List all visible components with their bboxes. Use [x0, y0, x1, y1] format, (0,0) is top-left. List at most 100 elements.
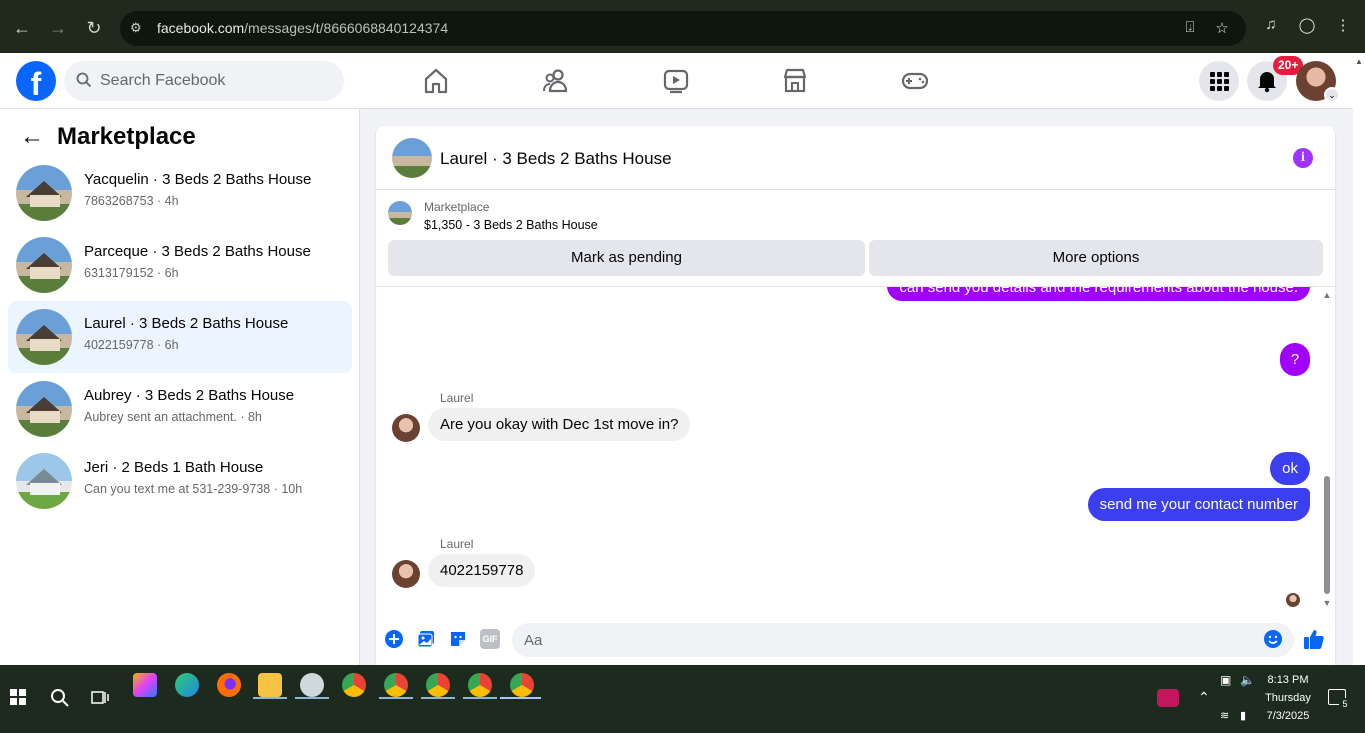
emoji-icon[interactable]: [1263, 629, 1283, 649]
gif-icon[interactable]: GIF: [480, 629, 500, 649]
thumbs-up-icon[interactable]: [1302, 627, 1326, 651]
clock-time[interactable]: 8:13 PM: [1262, 674, 1314, 686]
listing-info[interactable]: Marketplace $1,350 - 3 Beds 2 Baths Hous…: [376, 190, 1335, 240]
firefox-icon[interactable]: [217, 673, 241, 697]
active-app-indicator: [463, 697, 497, 699]
conversation-name: Parceque · 3 Beds 2 Baths House: [84, 243, 311, 260]
facebook-logo[interactable]: f: [16, 61, 56, 101]
friends-icon[interactable]: [540, 65, 572, 97]
outgoing-message: ?: [1280, 343, 1310, 376]
listing-thumbnail: [16, 237, 72, 293]
chrome-profile-icon[interactable]: [510, 673, 534, 697]
install-app-icon[interactable]: ⍗: [1180, 19, 1200, 39]
back-arrow-icon[interactable]: ←: [20, 125, 44, 149]
paint-icon[interactable]: [300, 673, 324, 697]
marketplace-label: Marketplace: [424, 200, 490, 214]
listing-thumbnail: [16, 381, 72, 437]
listing-thumbnail: [16, 309, 72, 365]
sticker-icon[interactable]: [448, 629, 468, 649]
page-scrollbar[interactable]: ▲: [1353, 53, 1365, 665]
task-view-icon[interactable]: [91, 689, 109, 707]
search-input[interactable]: [100, 61, 330, 101]
home-icon[interactable]: [420, 65, 452, 97]
chat-panel: Laurel · 3 Beds 2 Baths House i Marketpl…: [376, 126, 1335, 665]
chrome-profile-icon[interactable]: [468, 673, 492, 697]
chat-thumbnail[interactable]: [392, 138, 432, 178]
scroll-up-icon[interactable]: ▲: [1322, 290, 1332, 300]
conversation-item[interactable]: Jeri · 2 Beds 1 Bath House Can you text …: [8, 445, 352, 517]
outgoing-message: send me your contact number: [1087, 488, 1310, 521]
chrome-profile-icon[interactable]: [384, 673, 408, 697]
notification-count: 5: [1339, 698, 1351, 710]
more-options-button[interactable]: More options: [869, 240, 1323, 276]
chat-header: Laurel · 3 Beds 2 Baths House i: [376, 126, 1335, 190]
search-icon[interactable]: [50, 688, 70, 708]
plus-circle-icon[interactable]: [384, 629, 404, 649]
clock-date[interactable]: 7/3/2025: [1262, 710, 1314, 722]
sender-avatar[interactable]: [392, 560, 420, 588]
edge-icon[interactable]: [175, 673, 199, 697]
chrome-icon[interactable]: [342, 673, 366, 697]
file-explorer-icon[interactable]: [258, 673, 282, 697]
menu-grid-button[interactable]: [1199, 61, 1239, 101]
listing-title: $1,350 - 3 Beds 2 Baths House: [424, 218, 598, 232]
reload-icon[interactable]: ↻: [80, 14, 108, 42]
active-app-indicator: [295, 697, 329, 699]
panel-title: Marketplace: [57, 123, 196, 150]
speaker-icon[interactable]: 🔈: [1240, 673, 1255, 687]
clock-day[interactable]: Thursday: [1262, 692, 1314, 704]
conversation-name: Jeri · 2 Beds 1 Bath House: [84, 459, 264, 476]
info-icon[interactable]: i: [1293, 148, 1313, 168]
message-input[interactable]: [512, 623, 1294, 657]
conversation-item[interactable]: Yacquelin · 3 Beds 2 Baths House 7863268…: [8, 157, 352, 229]
menu-kebab-icon[interactable]: ⋮: [1332, 16, 1354, 38]
battery-icon[interactable]: ▮: [1240, 709, 1246, 722]
address-bar[interactable]: ⚙ facebook.com/messages/t/86660688401243…: [120, 11, 1246, 46]
conversation-item-active[interactable]: Laurel · 3 Beds 2 Baths House 4022159778…: [8, 301, 352, 373]
sender-name: Laurel: [440, 537, 474, 551]
profile-icon[interactable]: ◯: [1296, 16, 1318, 38]
conversation-preview: 4022159778 · 6h: [84, 338, 179, 352]
conversation-item[interactable]: Parceque · 3 Beds 2 Baths House 63131791…: [8, 229, 352, 301]
scrollbar-thumb[interactable]: [1324, 476, 1330, 594]
account-avatar[interactable]: ⌄: [1296, 61, 1340, 103]
copilot-icon[interactable]: [133, 673, 157, 697]
forward-icon[interactable]: →: [44, 14, 72, 42]
conversation-item[interactable]: Aubrey · 3 Beds 2 Baths House Aubrey sen…: [8, 373, 352, 445]
media-control-icon[interactable]: ♫: [1260, 16, 1282, 38]
listing-thumbnail: [388, 201, 412, 225]
photo-icon[interactable]: [416, 629, 436, 649]
scroll-down-icon[interactable]: ▼: [1322, 598, 1332, 608]
sender-avatar[interactable]: [392, 414, 420, 442]
chat-title[interactable]: Laurel · 3 Beds 2 Baths House: [440, 149, 672, 169]
conversation-name: Yacquelin · 3 Beds 2 Baths House: [84, 171, 312, 188]
outgoing-message: can send you details and the requirement…: [887, 287, 1310, 301]
conversation-name: Laurel · 3 Beds 2 Baths House: [84, 315, 289, 332]
marketplace-icon[interactable]: [779, 65, 811, 97]
app-tray-icon[interactable]: [1157, 689, 1179, 707]
outgoing-message: ok: [1270, 452, 1310, 485]
back-icon[interactable]: ←: [8, 14, 36, 42]
camera-icon[interactable]: ▣: [1220, 673, 1231, 687]
active-app-indicator: [253, 697, 287, 699]
sender-name: Laurel: [440, 391, 474, 405]
conversation-preview: Aubrey sent an attachment. · 8h: [84, 410, 262, 424]
chrome-profile-icon[interactable]: [426, 673, 450, 697]
search-icon: [76, 72, 92, 88]
bookmark-star-icon[interactable]: ☆: [1212, 19, 1232, 39]
mark-as-pending-button[interactable]: Mark as pending: [388, 240, 865, 276]
chevron-up-icon[interactable]: ⌃: [1198, 689, 1210, 706]
search-box[interactable]: [64, 61, 344, 101]
windows-taskbar: ⌃ ▣ 🔈 ≋ ▮ 8:13 PM Thursday 7/3/2025 5: [0, 665, 1365, 733]
video-icon[interactable]: [660, 65, 692, 97]
incoming-message: Are you okay with Dec 1st move in?: [428, 408, 691, 441]
windows-start-icon[interactable]: [10, 689, 26, 705]
scroll-up-icon[interactable]: ▲: [1355, 57, 1363, 66]
thread-scrollbar[interactable]: ▲ ▼: [1320, 286, 1334, 616]
site-info-icon[interactable]: ⚙: [130, 20, 146, 36]
active-app-indicator: [421, 697, 455, 699]
gaming-icon[interactable]: [899, 65, 931, 97]
conversation-list-panel: ← Marketplace Yacquelin · 3 Beds 2 Baths…: [0, 109, 360, 665]
listing-thumbnail: [16, 165, 72, 221]
wifi-icon[interactable]: ≋: [1220, 709, 1229, 722]
